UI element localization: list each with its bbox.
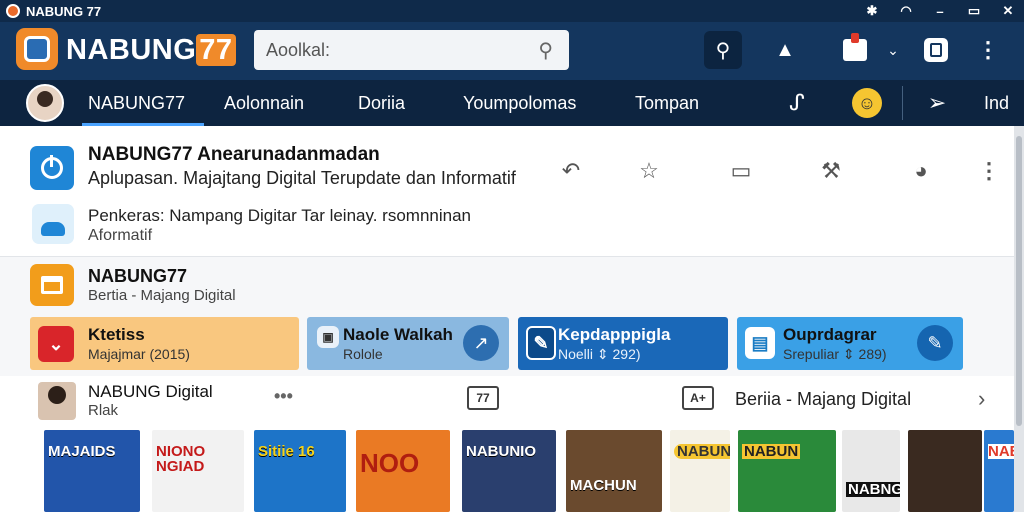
- gallery-more-icon[interactable]: •••: [274, 386, 293, 407]
- thumbnail-7[interactable]: NABUNG: [670, 430, 730, 512]
- window-title: NABUNG 77: [26, 3, 102, 19]
- thumbnail-5[interactable]: NABUNIO: [462, 430, 556, 512]
- archive-icon[interactable]: [30, 264, 74, 306]
- system-tray: ✱ ◠ – ▭ ✕: [864, 0, 1016, 22]
- category-card-2[interactable]: ▣ Naole Walkah Rolole ↗: [307, 317, 509, 370]
- search-icon[interactable]: ⚲: [538, 38, 553, 63]
- thumbnail-1[interactable]: MAJAIDS: [44, 430, 140, 512]
- chat-icon[interactable]: ◕: [906, 156, 936, 186]
- maximize-button[interactable]: ▭: [966, 3, 982, 19]
- category-card-1[interactable]: ⌄ Ktetiss Majajmar (2015): [30, 317, 299, 370]
- pocket-icon: ⌄: [38, 326, 74, 362]
- search-button[interactable]: ⚲: [704, 31, 742, 69]
- close-button[interactable]: ✕: [1000, 3, 1016, 19]
- wifi-icon[interactable]: ◠: [898, 3, 914, 19]
- search-placeholder: Aoolkal:: [266, 39, 331, 60]
- feed-secondary-subtitle: Aformatif: [88, 227, 153, 244]
- cast-icon[interactable]: ▭: [726, 156, 756, 186]
- feed-secondary-title[interactable]: Penkeras: Nampang Digitar Tar leinay. rs…: [88, 206, 471, 226]
- window-titlebar: NABUNG 77 ✱ ◠ – ▭ ✕: [0, 0, 1024, 22]
- app-icon: [6, 4, 20, 18]
- thumbnail-2[interactable]: NIONO NGIAD: [152, 430, 244, 512]
- emoji-icon[interactable]: ☺: [852, 88, 882, 118]
- more-menu-icon[interactable]: ⋮: [976, 31, 1000, 69]
- pencil-icon[interactable]: ✎: [917, 325, 953, 361]
- nav-item-doriia[interactable]: Doriia: [358, 80, 405, 126]
- bookmark-icon[interactable]: [922, 31, 950, 69]
- thumbnail-strip: MAJAIDS NIONO NGIAD Sitiie 16 NOO NABUNI…: [44, 430, 1014, 512]
- thumbnail-8[interactable]: NABUN: [738, 430, 836, 512]
- gallery-title[interactable]: NABUNG Digital: [88, 382, 213, 402]
- alert-icon[interactable]: ▲: [768, 31, 802, 69]
- thumbnail-3[interactable]: Sitiie 16: [254, 430, 346, 512]
- vertical-scrollbar[interactable]: [1014, 126, 1024, 512]
- edit-doc-icon: ✎: [526, 326, 556, 360]
- user-avatar[interactable]: [26, 84, 64, 122]
- tool-icon[interactable]: ⚒: [816, 156, 846, 186]
- brand-logo[interactable]: NABUNG 77: [66, 34, 236, 67]
- thumbnail-4[interactable]: NOO: [356, 430, 450, 512]
- star-icon[interactable]: ☆: [634, 156, 664, 186]
- gift-icon[interactable]: [840, 31, 870, 69]
- thumbnail-6[interactable]: MACHUN: [566, 430, 662, 512]
- nav-item-tompan[interactable]: Tompan: [635, 80, 699, 126]
- card-title: Ouprdagrar: [783, 325, 877, 344]
- card-subtitle: Noelli ⇕ 292): [558, 346, 641, 362]
- card-title: Naole Walkah: [343, 325, 453, 344]
- cloud-icon[interactable]: [32, 204, 74, 244]
- chevron-right-icon[interactable]: ›: [978, 386, 985, 412]
- nav-divider: [902, 86, 903, 120]
- gallery-right-title[interactable]: Beriia - Majang Digital: [735, 389, 911, 410]
- section-subtitle: Bertia - Majang Digital: [88, 287, 236, 304]
- badge-box-1[interactable]: 77: [467, 386, 499, 410]
- link-action-icon[interactable]: ↗: [463, 325, 499, 361]
- card-subtitle: Srepuliar ⇕ 289): [783, 346, 887, 362]
- card-title: Kepdapppigla: [558, 325, 671, 344]
- category-card-4[interactable]: ▤ Ouprdagrar Srepuliar ⇕ 289) ✎: [737, 317, 963, 370]
- image-icon: ▣: [317, 326, 339, 348]
- main-nav: NABUNG77 Aolonnain Doriia Youmpolomas To…: [0, 80, 1024, 126]
- card-subtitle: Majajmar (2015): [88, 346, 190, 362]
- feed-primary-subtitle: Aplupasan. Majajtang Digital Terupdate d…: [88, 168, 516, 188]
- nav-item-nabung77[interactable]: NABUNG77: [82, 80, 204, 126]
- search-input[interactable]: Aoolkal: ⚲: [254, 30, 569, 70]
- category-card-3[interactable]: ✎ Kepdapppigla Noelli ⇕ 292): [518, 317, 728, 370]
- reply-icon[interactable]: ↶: [556, 156, 586, 186]
- send-icon[interactable]: ➢: [922, 88, 952, 118]
- link-icon[interactable]: ᔑ: [782, 88, 812, 118]
- nav-item-ind[interactable]: Ind: [984, 80, 1009, 126]
- bluetooth-icon[interactable]: ✱: [864, 3, 880, 19]
- thumbnail-11[interactable]: NAB: [984, 430, 1014, 512]
- document-icon: ▤: [745, 327, 775, 359]
- gallery-subtitle: Rlak: [88, 402, 119, 419]
- logo-icon[interactable]: [16, 28, 58, 70]
- minimize-button[interactable]: –: [932, 4, 948, 19]
- card-title: Ktetiss: [88, 325, 145, 344]
- chevron-down-icon[interactable]: ⌄: [884, 31, 902, 69]
- power-icon[interactable]: [30, 146, 74, 190]
- thumbnail-9[interactable]: NABNG: [842, 430, 900, 512]
- nav-item-youmpolomas[interactable]: Youmpolomas: [463, 80, 576, 126]
- nav-item-aolonnain[interactable]: Aolonnain: [224, 80, 304, 126]
- card-subtitle: Rolole: [343, 346, 383, 362]
- item-more-icon[interactable]: ⋮: [974, 156, 1004, 186]
- scrollbar-thumb[interactable]: [1016, 136, 1022, 426]
- author-avatar[interactable]: [38, 382, 76, 420]
- badge-box-2[interactable]: A+: [682, 386, 714, 410]
- section-title[interactable]: NABUNG77: [88, 266, 187, 287]
- app-header: NABUNG 77 Aoolkal: ⚲ ⚲ ▲ ⌄ ⋮: [0, 22, 1024, 80]
- thumbnail-10[interactable]: [908, 430, 982, 512]
- feed-primary-title[interactable]: NABUNG77 Anearunadanmadan: [88, 144, 380, 166]
